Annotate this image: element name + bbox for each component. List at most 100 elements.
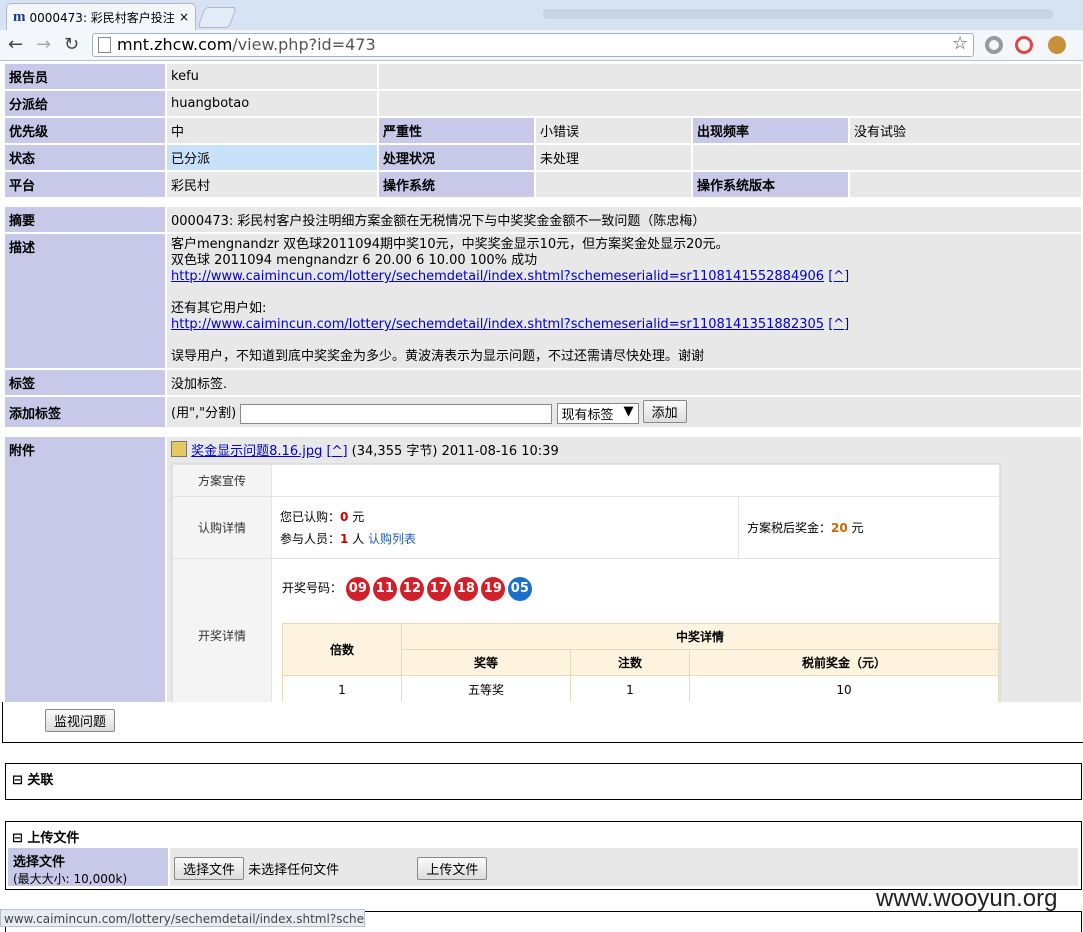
subscribe-label: 认购详情: [172, 496, 272, 559]
add-tag-button[interactable]: 添加: [642, 400, 687, 423]
row-level: 五等奖: [401, 675, 571, 704]
reporter-label: 报告员: [5, 64, 165, 89]
attachment-link[interactable]: 奖金显示问题8.16.jpg: [191, 444, 322, 459]
attachment-label: 附件: [5, 437, 165, 725]
relations-section: ⊟ 关联: [5, 763, 1082, 800]
browser-tab[interactable]: m 0000473: 彩民村客户投注 ×: [6, 3, 196, 30]
description-line: 误导用户，不知道到底中奖奖金为多少。黄波涛表示为显示问题，不过还需请尽快处理。谢…: [171, 349, 705, 364]
draw-number-label: 开奖号码：: [282, 581, 343, 595]
page-icon: [98, 37, 111, 53]
open-new-window-link[interactable]: [^]: [828, 317, 849, 332]
tag-input[interactable]: [240, 403, 553, 424]
spacer: [5, 199, 1081, 205]
frequency-label: 出现频率: [693, 118, 848, 143]
prize-detail-header: 中奖详情: [401, 623, 999, 650]
url-path: /view.php?id=473: [232, 35, 376, 54]
assignee-value: huangbotao: [167, 91, 377, 116]
blue-ball: 05: [507, 577, 532, 601]
tag-select-value: 现有标签: [561, 408, 614, 423]
tab-bar: m 0000473: 彩民村客户投注 ×: [0, 0, 1083, 30]
pretax-header: 税前奖金（元）: [689, 649, 999, 676]
upload-title[interactable]: ⊟ 上传文件: [6, 822, 1081, 849]
add-tag-hint: (用","分割): [171, 406, 237, 421]
site-favicon-icon: m: [13, 8, 26, 25]
count-header: 注数: [570, 649, 690, 676]
add-tag-label: 添加标签: [5, 397, 165, 427]
status-label: 状态: [5, 145, 165, 170]
scheme-link[interactable]: http://www.caimincun.com/lottery/sechemd…: [171, 269, 824, 284]
url-host: mnt.zhcw.com: [117, 35, 233, 54]
after-tax-amount: 20: [831, 521, 848, 535]
empty-cell: [379, 91, 1081, 116]
extension-knot-icon[interactable]: [1015, 36, 1033, 54]
cookie-extension-icon[interactable]: [1048, 36, 1066, 54]
red-ball: 17: [426, 577, 451, 601]
description-label: 描述: [5, 234, 165, 368]
browser-toolbar: ← → ↻ mnt.zhcw.com/view.php?id=473 ☆: [0, 30, 1083, 61]
scheme-link[interactable]: http://www.caimincun.com/lottery/sechemd…: [171, 317, 824, 332]
tags-label: 标签: [5, 370, 165, 395]
red-ball: 11: [372, 577, 397, 601]
subscribe-list-link: 认购列表: [368, 531, 417, 546]
close-tab-icon[interactable]: ×: [179, 10, 189, 24]
reporter-value: kefu: [167, 64, 377, 89]
unit-person: 人: [352, 531, 365, 546]
upload-file-button[interactable]: 上传文件: [417, 857, 488, 880]
os-version-value: [850, 172, 1081, 197]
new-tab-button[interactable]: [197, 7, 237, 28]
empty-cell: [379, 64, 1081, 89]
os-value: [536, 172, 691, 197]
unit-yuan: 元: [352, 509, 365, 524]
image-file-icon: [171, 441, 187, 457]
address-bar[interactable]: mnt.zhcw.com/view.php?id=473: [92, 33, 974, 57]
summary-label: 摘要: [5, 207, 165, 232]
reload-icon[interactable]: ↻: [64, 34, 79, 55]
back-arrow-icon[interactable]: ←: [8, 34, 23, 55]
watermark: www.wooyun.org: [876, 885, 1058, 912]
row-multiple: 1: [282, 675, 402, 704]
chevron-down-icon: ▼: [623, 404, 634, 419]
issue-table: 报告员 kefu 分派给 huangbotao 优先级 中 严重性 小错误 出现…: [3, 62, 1083, 727]
assignee-label: 分派给: [5, 91, 165, 116]
monitor-area: 监视问题: [2, 702, 1083, 743]
draw-balls: 09 11 12 17 18 19 05: [345, 577, 535, 601]
description-value: 客户mengnandzr 双色球2011094期中奖10元，中奖奖金显示10元，…: [167, 234, 1081, 368]
bookmark-star-icon[interactable]: ☆: [952, 33, 968, 54]
platform-label: 平台: [5, 172, 165, 197]
spacer: [5, 429, 1081, 435]
draw-details: 开奖号码： 09 11 12 17 18 19 05 倍数 中奖详情 奖等 注数…: [271, 558, 1000, 713]
relations-title[interactable]: ⊟ 关联: [6, 764, 1081, 793]
issue-view: 报告员 kefu 分派给 huangbotao 优先级 中 严重性 小错误 出现…: [3, 62, 1083, 727]
no-file-text: 未选择任何文件: [248, 863, 340, 878]
red-ball: 09: [345, 577, 370, 601]
upload-section: ⊟ 上传文件 选择文件 (最大大小: 10,000k) 选择文件 未选择任何文件…: [5, 821, 1082, 890]
attachment-value: 奖金显示问题8.16.jpg [^] (34,355 字节) 2011-08-1…: [167, 437, 1081, 725]
red-ball: 18: [453, 577, 478, 601]
row-count: 1: [570, 675, 690, 704]
open-new-window-link[interactable]: [^]: [326, 444, 347, 459]
description-line: 还有其它用户如:: [171, 301, 267, 316]
upload-max-size: (最大大小: 10,000k): [13, 872, 128, 886]
forward-arrow-icon[interactable]: →: [36, 34, 51, 55]
subscribed-label: 您已认购：: [280, 509, 341, 524]
severity-label: 严重性: [379, 118, 534, 143]
red-ball: 12: [399, 577, 424, 601]
choose-file-button[interactable]: 选择文件: [174, 857, 245, 880]
promo-value: [271, 464, 1000, 497]
level-header: 奖等: [401, 649, 571, 676]
resolution-label: 处理状况: [379, 145, 534, 170]
unit-yuan: 元: [851, 521, 864, 535]
resolution-value: 未处理: [536, 145, 691, 170]
window-controls-area: [543, 9, 1053, 19]
tags-value: 没加标签.: [167, 370, 1081, 395]
monitor-button[interactable]: 监视问题: [45, 709, 116, 732]
os-label: 操作系统: [379, 172, 534, 197]
tag-select[interactable]: 现有标签 ▼: [556, 403, 639, 424]
status-value: 已分派: [167, 145, 377, 170]
extension-ring-icon[interactable]: [985, 36, 1003, 54]
description-line: 客户mengnandzr 双色球2011094期中奖10元，中奖奖金显示10元，…: [171, 237, 729, 252]
priority-value: 中: [167, 118, 377, 143]
summary-value: 0000473: 彩民村客户投注明细方案金额在无税情况下与中奖奖金金额不一致问题…: [167, 207, 1081, 232]
attachment-meta: (34,355 字节) 2011-08-16 10:39: [351, 444, 559, 459]
open-new-window-link[interactable]: [^]: [828, 269, 849, 284]
